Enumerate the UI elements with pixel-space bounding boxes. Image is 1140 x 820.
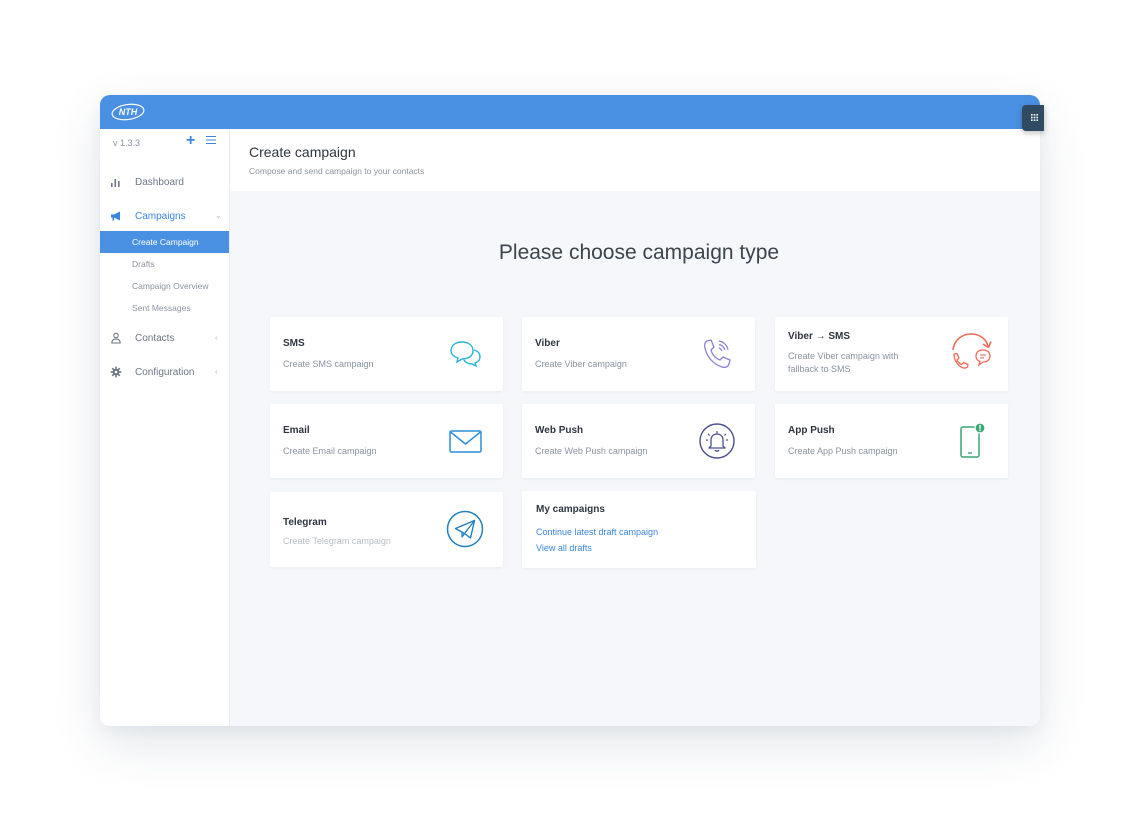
continue-draft-link[interactable]: Continue latest draft campaign	[536, 527, 658, 537]
sidebar-subitem-label: Campaign Overview	[132, 281, 209, 291]
sidebar-item-configuration[interactable]: Configuration ‹	[100, 363, 230, 383]
campaign-card-app-push[interactable]: App Push Create App Push campaign	[775, 404, 1008, 478]
card-description: Create Telegram campaign	[283, 536, 391, 546]
card-description: Create SMS campaign	[283, 359, 374, 369]
campaign-card-telegram[interactable]: Telegram Create Telegram campaign	[270, 492, 503, 567]
chevron-left-icon: ‹	[215, 367, 218, 376]
card-description: Create App Push campaign	[788, 446, 898, 456]
logo-text: NTH	[119, 107, 138, 117]
phone-ringing-icon	[703, 339, 731, 369]
card-description: Create Email campaign	[283, 446, 377, 456]
campaign-card-viber-sms[interactable]: Viber → SMS Create Viber campaign with f…	[775, 317, 1008, 391]
envelope-icon	[449, 430, 482, 453]
plus-icon[interactable]: +	[186, 133, 195, 149]
card-title: Web Push	[535, 425, 584, 436]
gear-icon	[110, 366, 122, 378]
top-bar: NTH	[100, 95, 1040, 129]
campaign-card-email[interactable]: Email Create Email campaign	[270, 404, 503, 478]
page-subtitle: Compose and send campaign to your contac…	[249, 166, 425, 176]
sidebar-item-dashboard[interactable]: Dashboard	[100, 173, 230, 193]
sidebar-item-label: Dashboard	[135, 177, 184, 188]
my-campaigns-title: My campaigns	[536, 504, 605, 515]
card-title: Telegram	[283, 517, 327, 528]
user-icon	[111, 332, 121, 344]
chevron-down-icon: ⌄	[215, 211, 222, 220]
sidebar-item-campaigns[interactable]: Campaigns ⌄	[100, 207, 230, 227]
sidebar-subitem-create-campaign[interactable]: Create Campaign	[100, 231, 229, 253]
chat-bubbles-icon	[450, 341, 481, 368]
card-title: SMS	[283, 338, 305, 349]
chevron-left-icon: ‹	[215, 333, 218, 342]
paper-plane-icon	[446, 510, 484, 548]
campaign-card-web-push[interactable]: Web Push Create Web Push campaign	[522, 404, 755, 478]
campaign-card-sms[interactable]: SMS Create SMS campaign	[270, 317, 503, 391]
campaign-card-viber[interactable]: Viber Create Viber campaign	[522, 317, 755, 391]
sidebar-subitem-drafts[interactable]: Drafts	[100, 253, 229, 275]
my-campaigns-card: My campaigns Continue latest draft campa…	[522, 491, 756, 568]
sidebar-item-label: Configuration	[135, 367, 195, 378]
sidebar-item-label: Campaigns	[135, 211, 186, 222]
mobile-notification-icon	[960, 422, 986, 458]
sidebar: v 1.3.3 + Dashboard Campaigns ⌄ Create C…	[100, 129, 230, 726]
megaphone-icon	[111, 211, 120, 221]
nth-logo[interactable]: NTH	[110, 102, 146, 122]
page-title: Create campaign	[249, 144, 356, 160]
grid-icon	[1031, 114, 1038, 121]
card-description: Create Viber campaign with fallback to S…	[788, 351, 899, 374]
sidebar-subitem-sent-messages[interactable]: Sent Messages	[100, 297, 229, 319]
card-title: Viber → SMS	[788, 331, 851, 342]
apps-grid-button[interactable]	[1022, 105, 1044, 131]
sidebar-subitem-label: Sent Messages	[132, 303, 191, 313]
sidebar-subitem-campaign-overview[interactable]: Campaign Overview	[100, 275, 229, 297]
sidebar-subitem-label: Drafts	[132, 259, 155, 269]
sidebar-subitem-label: Create Campaign	[132, 237, 199, 247]
card-description: Create Viber campaign	[535, 359, 627, 369]
app-window: NTH v 1.3.3 + Dashboard Campaigns ⌄ Crea…	[100, 95, 1040, 726]
card-title: App Push	[788, 425, 835, 436]
bar-chart-icon	[111, 179, 120, 187]
choose-heading: Please choose campaign type	[498, 241, 780, 264]
card-title: Viber	[535, 338, 560, 349]
sidebar-item-contacts[interactable]: Contacts ‹	[100, 329, 230, 349]
card-title: Email	[283, 425, 310, 436]
hamburger-icon[interactable]	[206, 136, 216, 144]
page-header: Create campaign Compose and send campaig…	[230, 129, 1040, 191]
bell-icon	[699, 423, 735, 459]
view-all-drafts-link[interactable]: View all drafts	[536, 543, 592, 553]
version-label: v 1.3.3	[113, 138, 141, 148]
sidebar-item-label: Contacts	[135, 333, 175, 344]
fallback-arrow-icon	[952, 333, 992, 369]
card-description: Create Web Push campaign	[535, 446, 648, 456]
